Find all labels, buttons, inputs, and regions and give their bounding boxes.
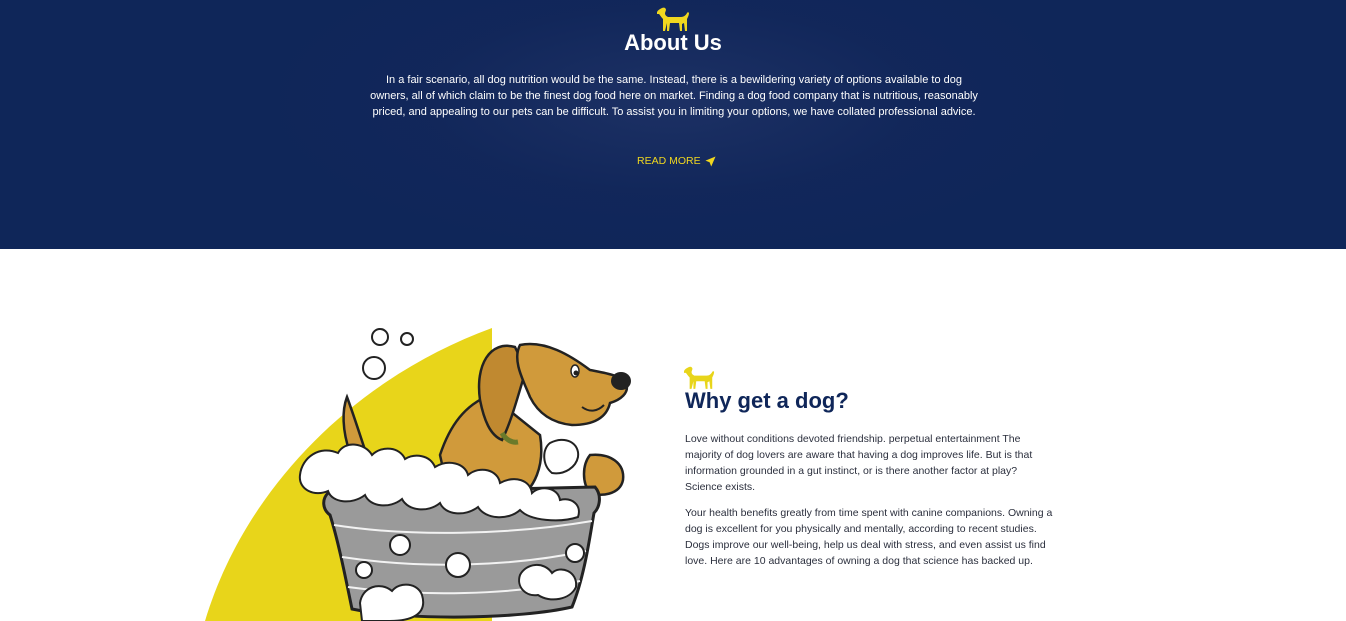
about-section: About Us In a fair scenario, all dog nut…	[0, 0, 1346, 249]
why-get-a-dog-title: Why get a dog?	[685, 388, 849, 413]
read-more-link[interactable]: READ MORE	[637, 153, 716, 169]
paper-plane-icon	[705, 155, 716, 167]
dog-silhouette-icon	[657, 7, 689, 32]
about-title: About Us	[624, 30, 722, 55]
about-description: In a fair scenario, all dog nutrition wo…	[370, 74, 978, 118]
why-paragraph-1: Love without conditions devoted friendsh…	[685, 433, 1033, 493]
dog-in-bathtub-illustration	[298, 328, 631, 621]
dog-silhouette-icon	[684, 366, 715, 389]
read-more-label: READ MORE	[637, 155, 701, 167]
why-paragraph-2: Your health benefits greatly from time s…	[685, 507, 1053, 567]
